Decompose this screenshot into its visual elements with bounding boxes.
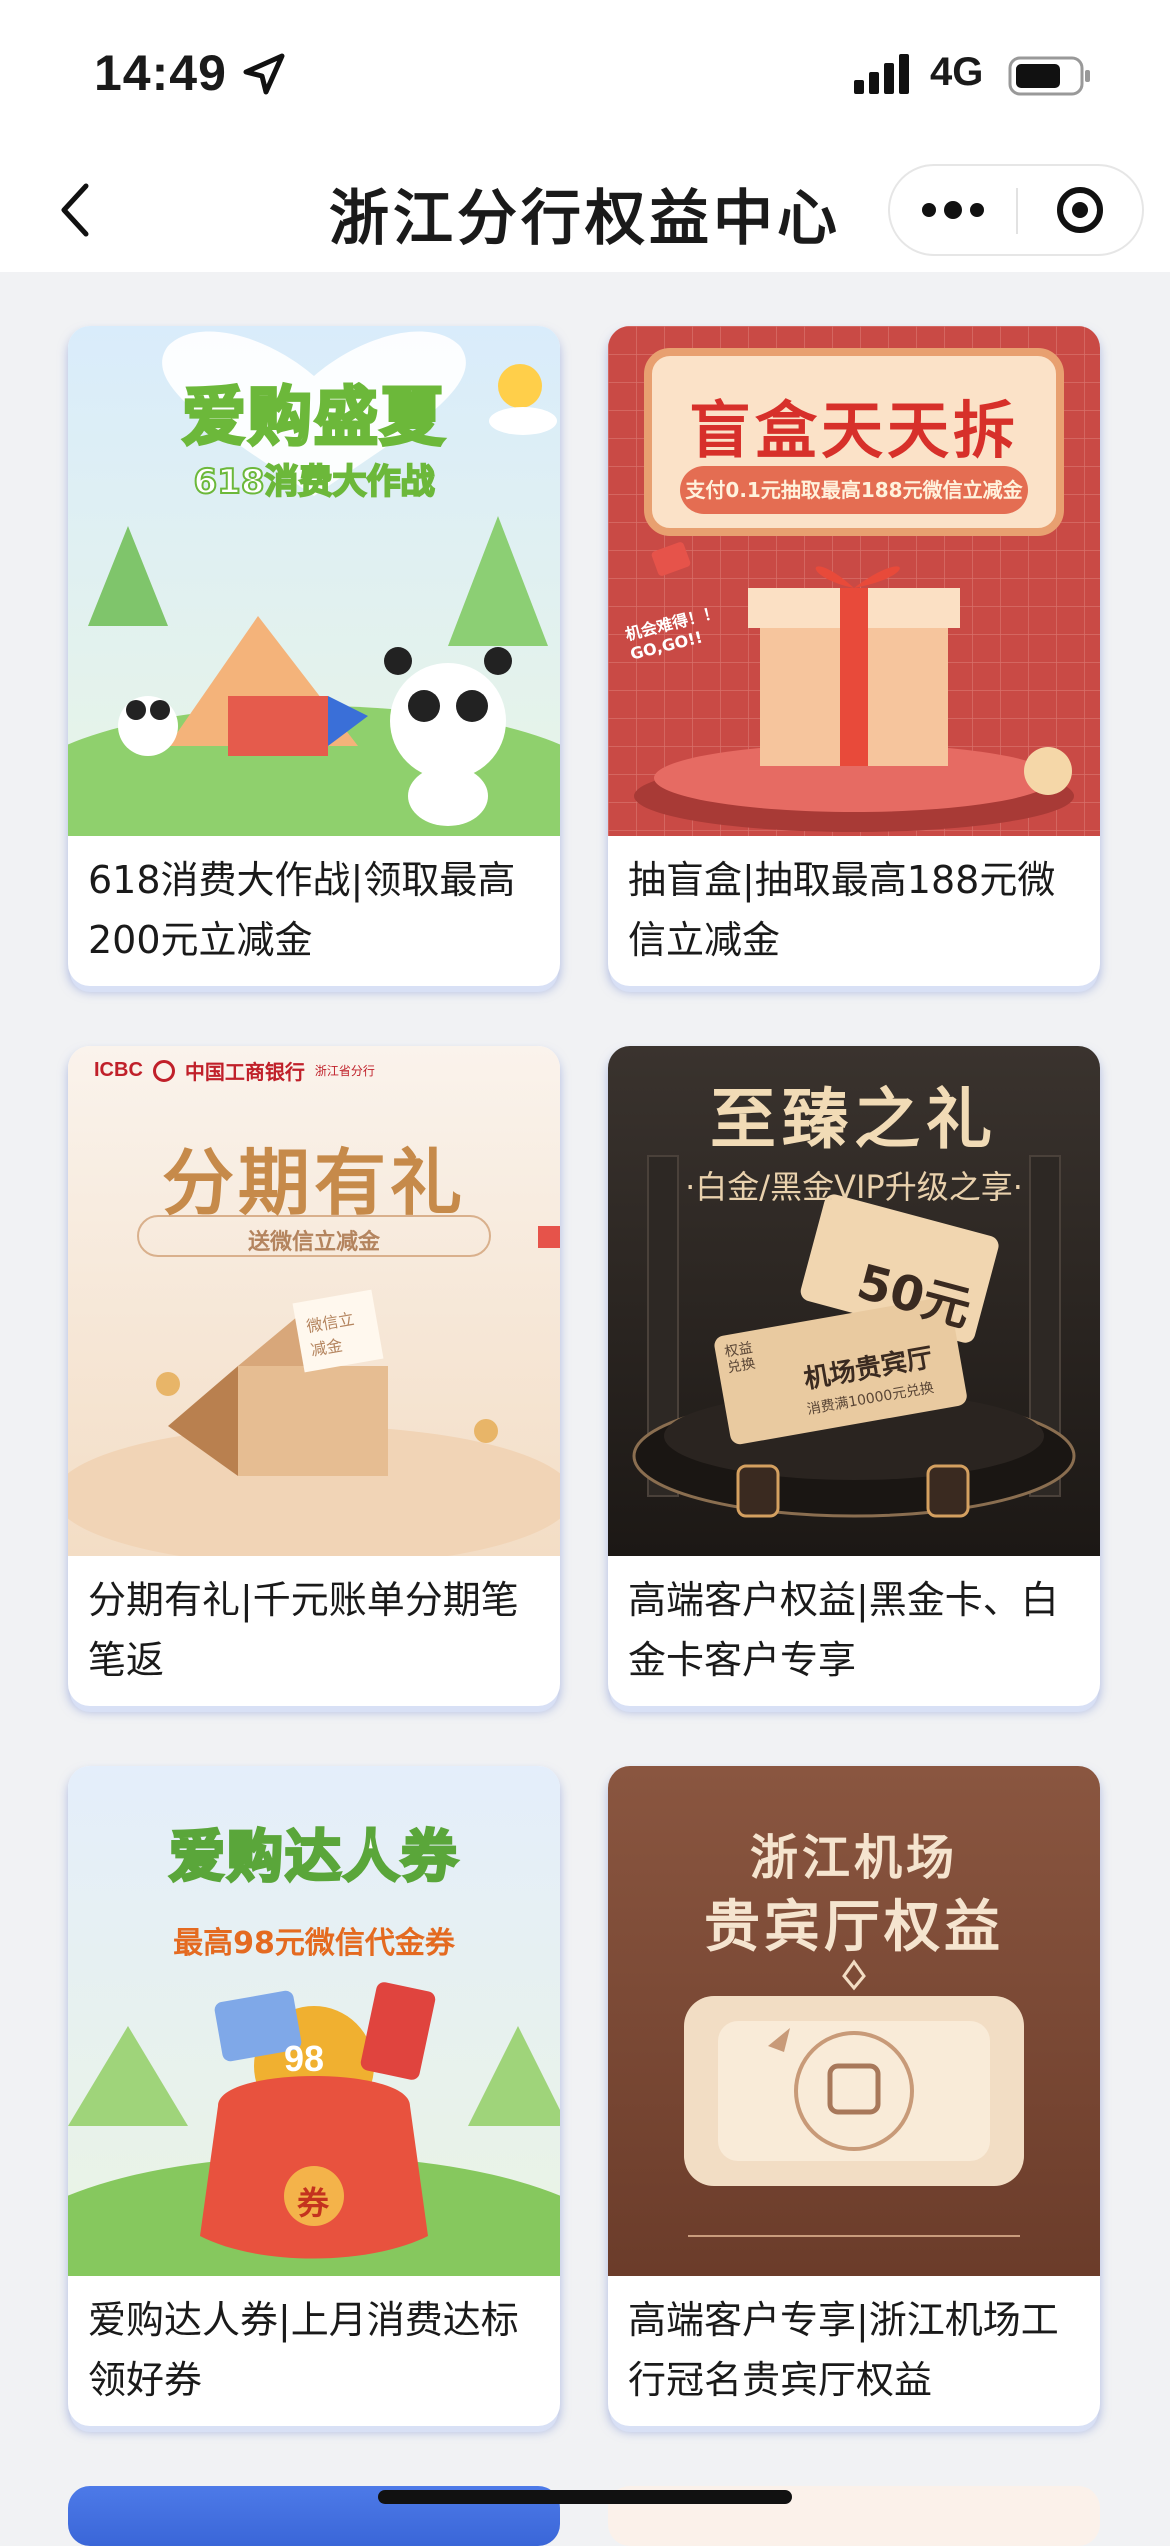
- more-button[interactable]: [890, 166, 1016, 254]
- benefit-card-installment[interactable]: ICBC 中国工商银行 浙江省分行 分期有礼 送微信立减金 微信立减金 分期有礼…: [68, 1046, 560, 1706]
- banner-subtitle: 送微信立减金: [247, 1230, 380, 1255]
- card-caption: 高端客户权益|黑金卡、白金卡客户专享: [628, 1578, 1059, 1682]
- benefit-card-shopper[interactable]: 爱购达人券 最高98元微信代金券 98 券 爱购达人券|上月消费达标领好券: [68, 1766, 560, 2426]
- voucher-card-text: 微信立减金: [304, 1309, 356, 1360]
- card-banner-blindbox: 盲盒天天拆 支付0.1元抽取最高188元微信立减金 机会难得！！ GO,GO!!: [608, 326, 1100, 836]
- close-target-icon: [1057, 187, 1103, 233]
- nav-bar: 浙江分行权益中心: [0, 150, 1170, 272]
- banner-subtitle: ·白金/黑金VIP升级之享·: [685, 1168, 1023, 1206]
- bank-code: ICBC: [94, 1059, 143, 1081]
- banner-title: 爱购达人券: [168, 1824, 459, 1892]
- card-caption: 高端客户专享|浙江机场工行冠名贵宾厅权益: [628, 2298, 1059, 2402]
- banner-subtitle: 最高98元微信代金券: [173, 1926, 455, 1961]
- card-caption: 618消费大作战|领取最高200元立减金: [88, 858, 516, 962]
- banner-illustration: [68, 1215, 560, 1556]
- home-indicator: [378, 2490, 792, 2504]
- network-label: 4G: [930, 50, 984, 94]
- banner-title: 分期有礼: [161, 1141, 466, 1225]
- card-caption: 爱购达人券|上月消费达标领好券: [88, 2298, 519, 2402]
- card-banner-lounge: 浙江机场 贵宾厅权益: [608, 1766, 1100, 2276]
- benefit-card-blindbox[interactable]: 盲盒天天拆 支付0.1元抽取最高188元微信立减金 机会难得！！ GO,GO!!…: [608, 326, 1100, 986]
- banner-title: 至臻之礼: [710, 1081, 998, 1158]
- card-banner-installment: ICBC 中国工商银行 浙江省分行 分期有礼 送微信立减金 微信立减金: [68, 1046, 560, 1556]
- status-bar: 14:49 4G: [0, 0, 1170, 150]
- coin-value: 98: [284, 2038, 325, 2079]
- benefit-card-lounge[interactable]: 浙江机场 贵宾厅权益 高端客户专享|浙江机场工行冠名贵宾厅权益: [608, 1766, 1100, 2426]
- banner-title: 盲盒天天拆: [688, 394, 1019, 467]
- bank-branch: 浙江省分行: [314, 1064, 375, 1078]
- icbc-icon: [152, 1059, 175, 1082]
- benefit-card-618[interactable]: 爱购盛夏 618消费大作战 618消费大作战|领取最高200元立减金: [68, 326, 560, 986]
- banner-subtitle: 支付0.1元抽取最高188元微信立减金: [685, 478, 1023, 502]
- bag-label: 券: [297, 2184, 330, 2222]
- card-banner-vip: 至臻之礼 ·白金/黑金VIP升级之享· 50元 机场贵宾厅 消费满10000元兑…: [608, 1046, 1100, 1556]
- banner-subtitle: 贵宾厅权益: [704, 1895, 1004, 1960]
- card-banner-618: 爱购盛夏 618消费大作战: [68, 326, 560, 836]
- location-arrow-icon: [243, 53, 285, 95]
- battery-icon: [1008, 56, 1090, 96]
- more-dots-icon: [918, 201, 988, 219]
- banner-title: 浙江机场: [749, 1830, 958, 1886]
- close-button[interactable]: [1018, 166, 1142, 254]
- mini-program-capsule: [888, 164, 1144, 256]
- bank-name: 中国工商银行: [184, 1062, 305, 1084]
- banner-title: 爱购盛夏: [181, 380, 446, 457]
- banner-subtitle: 618消费大作战: [193, 461, 436, 503]
- benefit-card-vip[interactable]: 至臻之礼 ·白金/黑金VIP升级之享· 50元 机场贵宾厅 消费满10000元兑…: [608, 1046, 1100, 1706]
- ticket-tag: 权益兑换: [723, 1339, 757, 1377]
- signal-icon: [854, 54, 909, 94]
- card-banner-shopper: 爱购达人券 最高98元微信代金券 98 券: [68, 1766, 560, 2276]
- status-time: 14:49: [94, 45, 227, 101]
- bank-logo: ICBC 中国工商银行 浙江省分行: [94, 1056, 375, 1085]
- card-caption: 分期有礼|千元账单分期笔笔返: [88, 1578, 519, 1682]
- card-caption: 抽盲盒|抽取最高188元微信立减金: [628, 858, 1056, 962]
